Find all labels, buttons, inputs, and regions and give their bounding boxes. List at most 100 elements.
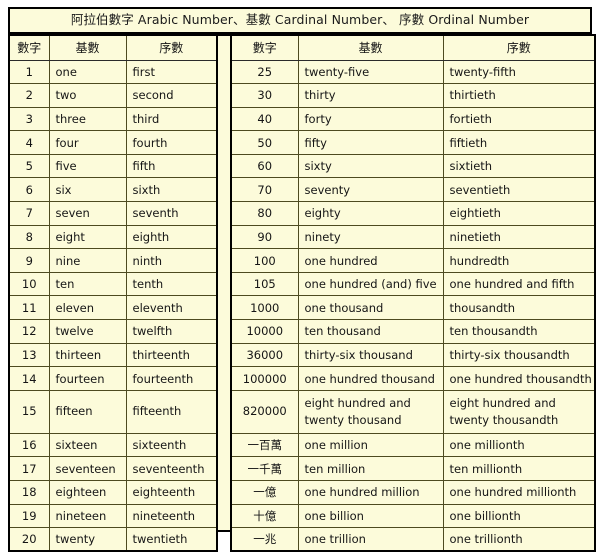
table-row: 40 forty fortieth: [230, 106, 596, 132]
cell-ordinal: hundredth: [442, 248, 596, 273]
cell-ordinal: sixteenth: [125, 432, 218, 458]
cell-cardinal: twenty-five: [297, 59, 444, 85]
cell-ordinal: second: [125, 83, 218, 108]
cell-ordinal: fifteenth: [125, 389, 218, 434]
table-row: 7 seven seventh: [8, 201, 218, 226]
table-row: 10 ten tenth: [8, 271, 218, 297]
cell-cardinal: seven: [48, 201, 127, 226]
cell-number: 70: [230, 177, 299, 203]
cell-ordinal: seventh: [125, 201, 218, 226]
cell-ordinal: one hundred and fifth: [442, 271, 596, 297]
cell-number: 19: [8, 503, 50, 529]
table-row: 19 nineteen nineteenth: [8, 503, 218, 529]
cell-ordinal: ten thousandth: [442, 319, 596, 344]
cell-ordinal: nineteenth: [125, 503, 218, 529]
cell-cardinal: ten thousand: [297, 319, 444, 344]
cell-number: 2: [8, 83, 50, 108]
cell-cardinal: ten: [48, 271, 127, 297]
cell-ordinal: fifth: [125, 153, 218, 179]
table-row: 50 fifty fiftieth: [230, 130, 596, 155]
table-row: 11 eleven eleventh: [8, 295, 218, 321]
cell-number: 36000: [230, 342, 299, 368]
title-banner: 阿拉伯數字 Arabic Number、基數 Cardinal Number、 …: [8, 7, 592, 34]
cell-cardinal: ninety: [297, 224, 444, 250]
cell-cardinal: one billion: [297, 503, 444, 529]
cell-cardinal: eight hundred and twenty thousand: [297, 389, 444, 434]
cell-number: 14: [8, 366, 50, 391]
page-title: 阿拉伯數字 Arabic Number、基數 Cardinal Number、 …: [70, 12, 530, 28]
cell-cardinal: fifty: [297, 130, 444, 155]
cell-ordinal: fiftieth: [442, 130, 596, 155]
cell-cardinal: five: [48, 153, 127, 179]
cell-ordinal: eight hundred and twenty thousandth: [442, 389, 596, 434]
header-cardinal: 基數: [48, 34, 127, 61]
cell-cardinal: eight: [48, 224, 127, 250]
cell-cardinal: one hundred: [297, 248, 444, 273]
cell-cardinal: sixty: [297, 153, 444, 179]
cell-ordinal: sixth: [125, 177, 218, 203]
cell-cardinal: seventy: [297, 177, 444, 203]
table-row: 一千萬 ten million ten millionth: [230, 456, 596, 481]
table-row: 一百萬 one million one millionth: [230, 432, 596, 458]
cell-cardinal: one hundred (and) five: [297, 271, 444, 297]
header-cardinal: 基數: [297, 34, 444, 61]
table-row: 1 one first: [8, 59, 218, 85]
cell-number: 50: [230, 130, 299, 155]
cell-cardinal: nine: [48, 248, 127, 273]
table-row: 8 eight eighth: [8, 224, 218, 250]
cell-cardinal: fifteen: [48, 389, 127, 434]
table-row: 105 one hundred (and) five one hundred and…: [230, 271, 596, 297]
cell-cardinal: one hundred million: [297, 480, 444, 505]
cell-ordinal: tenth: [125, 271, 218, 297]
table-row: 一億 one hundred million one hundred million…: [230, 480, 596, 505]
cell-ordinal: thirteenth: [125, 342, 218, 368]
table-row: 4 four fourth: [8, 130, 218, 155]
cell-cardinal: two: [48, 83, 127, 108]
table-row: 30 thirty thirtieth: [230, 83, 596, 108]
cell-cardinal: one thousand: [297, 295, 444, 321]
cell-cardinal: eighteen: [48, 480, 127, 505]
cell-number: 1000: [230, 295, 299, 321]
cell-number: 13: [8, 342, 50, 368]
cell-number: 3: [8, 106, 50, 132]
cell-ordinal: seventieth: [442, 177, 596, 203]
numbers-table-left: 數字 基數 序數 1 one first 2 two second 3 three third 4…: [8, 34, 218, 552]
table-row: 80 eighty eightieth: [230, 201, 596, 226]
cell-cardinal: four: [48, 130, 127, 155]
cell-ordinal: one millionth: [442, 432, 596, 458]
table-row: 16 sixteen sixteenth: [8, 432, 218, 458]
table-row: 14 fourteen fourteenth: [8, 366, 218, 391]
table-row: 9 nine ninth: [8, 248, 218, 273]
cell-cardinal: ten million: [297, 456, 444, 481]
cell-cardinal: sixteen: [48, 432, 127, 458]
cell-ordinal: thirty-six thousandth: [442, 342, 596, 368]
table-row: 60 sixty sixtieth: [230, 153, 596, 179]
cell-cardinal: thirteen: [48, 342, 127, 368]
cell-number: 15: [8, 389, 50, 434]
cell-ordinal: eighth: [125, 224, 218, 250]
table-header-row: 數字 基數 序數: [8, 34, 218, 61]
cell-cardinal: one million: [297, 432, 444, 458]
left-table-body: 1 one first 2 two second 3 three third 4 four fourt…: [8, 59, 218, 552]
cell-number: 7: [8, 201, 50, 226]
cell-cardinal: thirty-six thousand: [297, 342, 444, 368]
cell-number: 60: [230, 153, 299, 179]
cell-cardinal: seventeen: [48, 456, 127, 481]
cell-ordinal: ninetieth: [442, 224, 596, 250]
cell-number: 40: [230, 106, 299, 132]
cell-cardinal: three: [48, 106, 127, 132]
table-row: 820000 eight hundred and twenty thousand e…: [230, 389, 596, 434]
cell-ordinal: seventeenth: [125, 456, 218, 481]
table-row: 2 two second: [8, 83, 218, 108]
table-row: 17 seventeen seventeenth: [8, 456, 218, 481]
cell-ordinal: first: [125, 59, 218, 85]
cell-ordinal: fourteenth: [125, 366, 218, 391]
cell-cardinal: forty: [297, 106, 444, 132]
cell-number: 一百萬: [230, 432, 299, 458]
cell-cardinal: six: [48, 177, 127, 203]
numbers-reference-sheet: 阿拉伯數字 Arabic Number、基數 Cardinal Number、 …: [0, 0, 600, 552]
table-gap-divider: [218, 34, 230, 532]
cell-ordinal: sixtieth: [442, 153, 596, 179]
table-row: 13 thirteen thirteenth: [8, 342, 218, 368]
cell-ordinal: twelfth: [125, 319, 218, 344]
